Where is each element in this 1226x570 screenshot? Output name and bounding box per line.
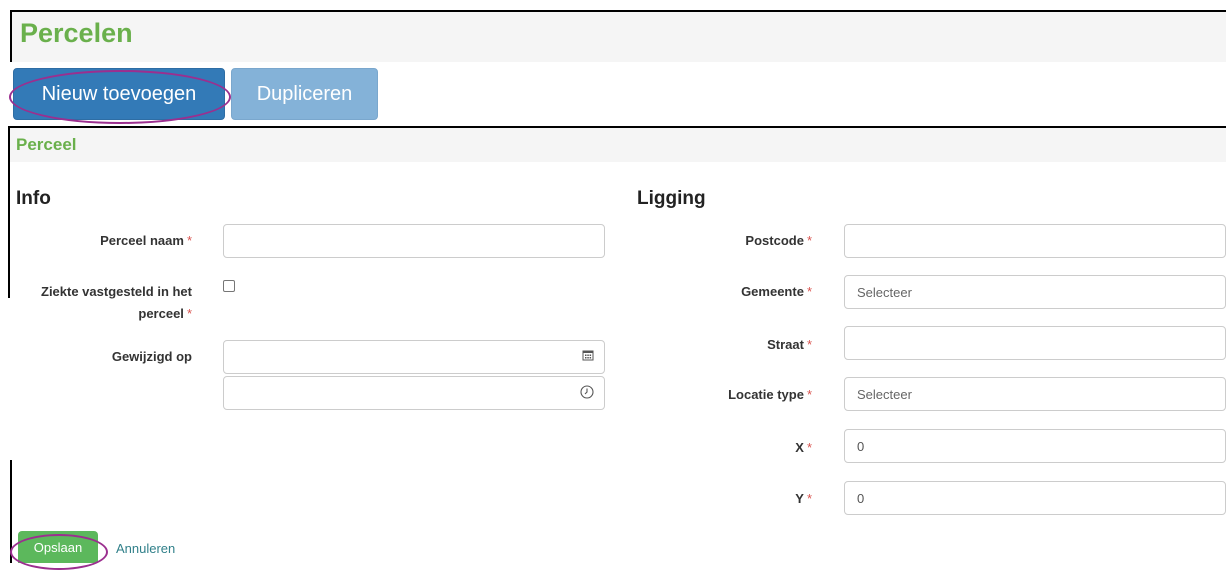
postcode-input[interactable] <box>844 224 1226 258</box>
date-input[interactable] <box>223 340 605 374</box>
perceel-naam-label: Perceel naam * <box>100 233 192 248</box>
gemeente-select[interactable]: Selecteer <box>844 275 1226 309</box>
straat-input[interactable] <box>844 326 1226 360</box>
frame-divider-left-lower <box>10 460 12 563</box>
y-input[interactable]: 0 <box>844 481 1226 515</box>
panel-title: Perceel <box>16 135 77 154</box>
calendar-icon[interactable] <box>582 349 594 364</box>
ziekte-checkbox[interactable] <box>223 280 235 292</box>
time-input[interactable] <box>223 376 605 410</box>
gemeente-label: Gemeente * <box>741 284 812 299</box>
ligging-heading: Ligging <box>637 188 706 209</box>
page-title-bar: Percelen <box>10 10 1226 62</box>
clock-icon[interactable] <box>580 385 594 402</box>
locatie-type-select[interactable]: Selecteer <box>844 377 1226 411</box>
perceel-naam-input[interactable] <box>223 224 605 258</box>
new-button[interactable]: Nieuw toevoegen <box>13 68 225 120</box>
postcode-label: Postcode * <box>745 233 812 248</box>
page-title: Percelen <box>20 18 133 48</box>
x-label: X * <box>795 440 812 455</box>
info-heading: Info <box>16 188 51 209</box>
locatie-type-label: Locatie type * <box>728 387 812 402</box>
duplicate-button[interactable]: Dupliceren <box>231 68 378 120</box>
y-label: Y * <box>795 491 812 506</box>
save-button[interactable]: Opslaan <box>18 531 98 563</box>
cancel-link[interactable]: Annuleren <box>116 541 175 556</box>
panel-header: Perceel <box>10 128 1226 162</box>
straat-label: Straat * <box>767 337 812 352</box>
gewijzigd-op-label: Gewijzigd op <box>111 349 192 364</box>
x-input[interactable]: 0 <box>844 429 1226 463</box>
ziekte-label: Ziekte vastgesteld in het perceel * <box>41 284 192 321</box>
